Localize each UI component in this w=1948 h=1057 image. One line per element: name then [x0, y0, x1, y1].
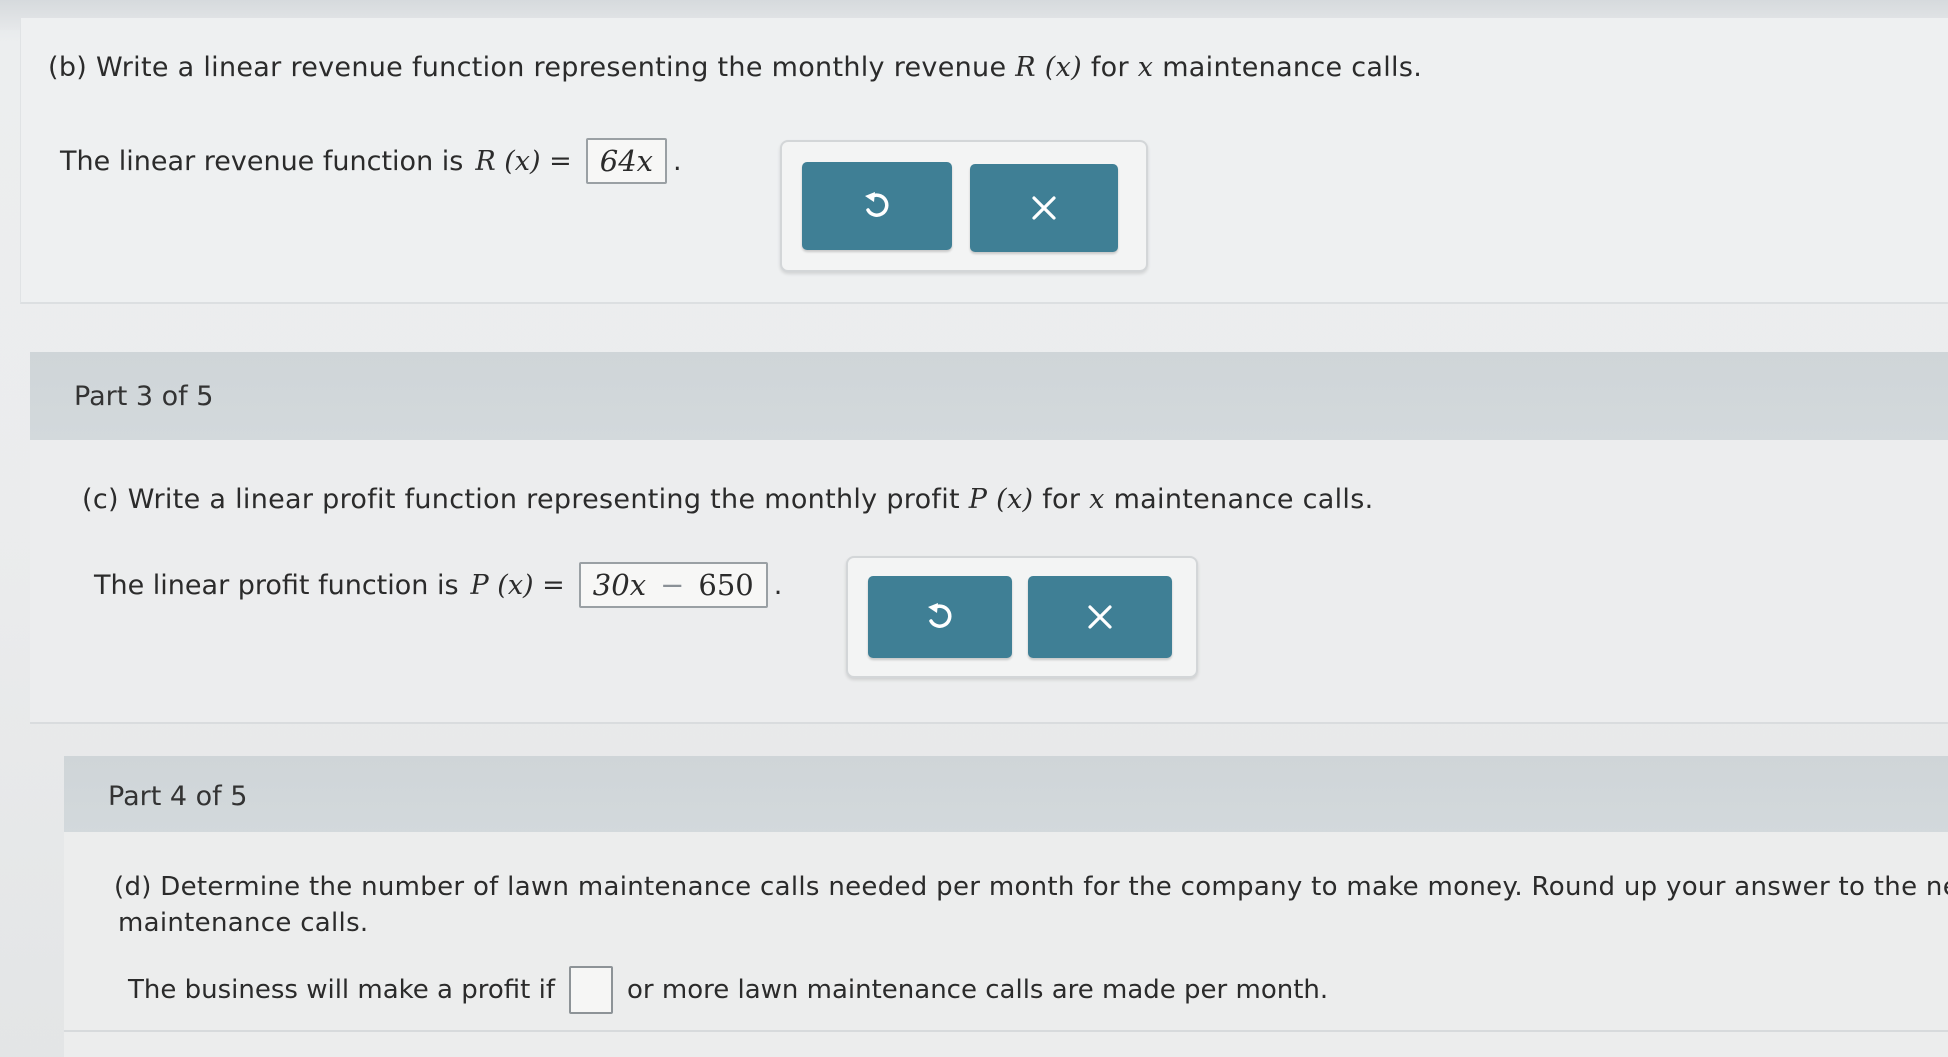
part-c-question-text: (c) Write a linear profit function repre… — [82, 484, 960, 515]
part-d-question-line2: maintenance calls. — [118, 908, 368, 938]
part-d-question-text: (d) Determine the number of lawn mainten… — [114, 872, 1948, 902]
part-c-question-suffix: maintenance calls. — [1113, 484, 1374, 515]
part-d-answer-suffix: or more lawn maintenance calls are made … — [627, 975, 1329, 1005]
part-c-answer-line: The linear profit function is P (x) = 30… — [94, 562, 782, 608]
part-b-question-var: x — [1137, 52, 1154, 83]
part-c-question-var: x — [1089, 484, 1105, 515]
part-b-question-suffix: maintenance calls. — [1162, 52, 1423, 83]
close-icon — [1088, 605, 1112, 629]
part-d-answer-input[interactable] — [569, 966, 613, 1014]
part-b-answer-label: The linear revenue function is — [60, 145, 464, 177]
part-b-answer-line: The linear revenue function is R (x) = 6… — [60, 138, 682, 184]
part-4-header-label: Part 4 of 5 — [108, 780, 248, 812]
part-c-answer-term: 30x — [592, 568, 647, 602]
part-c-question-func: P (x) — [968, 484, 1034, 515]
part-3-header-label: Part 3 of 5 — [74, 380, 214, 412]
part-b-answer-value: 64x — [599, 144, 654, 178]
part-d-answer-line: The business will make a profit if or mo… — [128, 966, 1328, 1014]
part-c-button-group — [846, 556, 1198, 678]
part-d-panel — [64, 832, 1948, 1057]
part-c-undo-button[interactable] — [868, 576, 1012, 658]
part-b-answer-period: . — [673, 145, 682, 177]
part-b-answer-func: R (x) = — [475, 145, 572, 177]
part-b-question-for: for — [1090, 52, 1129, 83]
part-d-question-text-cont: maintenance calls. — [118, 908, 369, 938]
part-b-question: (b) Write a linear revenue function repr… — [48, 52, 1422, 83]
close-icon — [1032, 196, 1056, 220]
part-3-header: Part 3 of 5 — [30, 352, 1948, 440]
part-c-answer-op: − — [660, 568, 685, 602]
part-c-answer-func: P (x) = — [470, 569, 565, 601]
part-c-answer-label: The linear profit function is — [94, 569, 459, 601]
undo-icon — [928, 603, 952, 628]
bottom-divider — [64, 1030, 1948, 1032]
part-c-question: (c) Write a linear profit function repre… — [82, 484, 1374, 515]
part-4-header: Part 4 of 5 — [64, 756, 1948, 836]
part-b-question-text: (b) Write a linear revenue function repr… — [48, 52, 1007, 83]
part-b-undo-button[interactable] — [802, 162, 952, 250]
part-c-answer-input[interactable]: 30x −650 — [578, 562, 768, 608]
part-c-answer-const: 650 — [698, 568, 754, 602]
part-c-question-for: for — [1042, 484, 1081, 515]
part-d-question-line1: (d) Determine the number of lawn mainten… — [114, 872, 1948, 902]
part-d-answer-label: The business will make a profit if — [128, 975, 555, 1005]
undo-icon — [865, 192, 889, 217]
part-b-clear-button[interactable] — [970, 164, 1118, 252]
part-c-answer-period: . — [773, 569, 783, 601]
part-b-question-func: R (x) — [1015, 52, 1082, 83]
part-b-button-group — [780, 140, 1148, 272]
part-c-clear-button[interactable] — [1028, 576, 1172, 658]
part-b-answer-input[interactable]: 64x — [585, 138, 668, 184]
